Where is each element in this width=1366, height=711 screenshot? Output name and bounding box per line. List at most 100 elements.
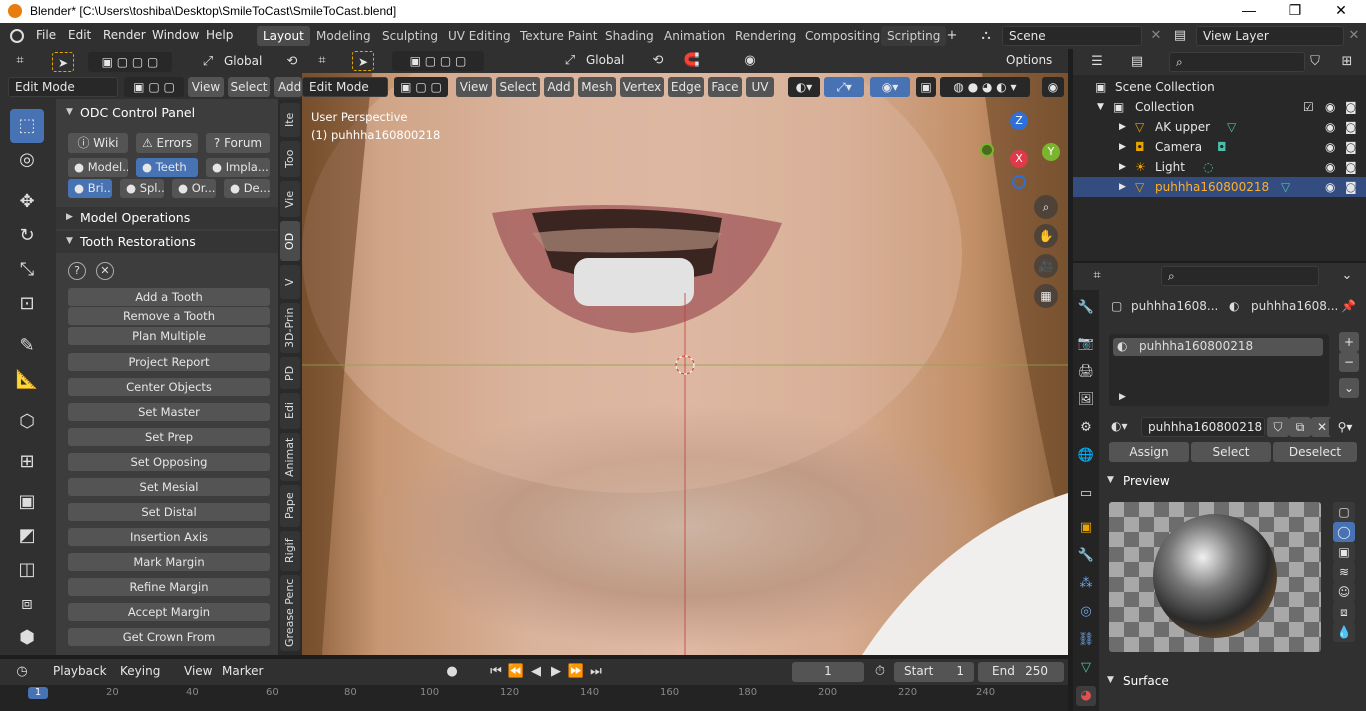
material-slot-list[interactable]: ◐ puhhha160800218 ▶	[1109, 334, 1329, 406]
proportional-edit-icon[interactable]: ◉	[740, 51, 760, 71]
center-objects-button[interactable]: Center Objects	[68, 378, 270, 396]
vp-menu-edge[interactable]: Edge	[668, 77, 704, 97]
poly-build-tool-icon[interactable]: ⬢	[10, 621, 44, 655]
orientation-dropdown[interactable]: Global	[580, 51, 640, 71]
scene-field[interactable]: Scene	[1002, 26, 1142, 46]
mark-margin-button[interactable]: Mark Margin	[68, 553, 270, 571]
jump-end-icon[interactable]: ⏭	[586, 662, 606, 682]
record-icon[interactable]: ●	[442, 662, 462, 682]
minimize-button[interactable]: —	[1226, 0, 1272, 23]
select-tool-icon[interactable]: ➤	[352, 51, 374, 71]
render-camera-icon[interactable]: ◙	[1345, 137, 1357, 157]
tab-implant[interactable]: ● Impla...	[206, 158, 270, 177]
pivot-point-icon[interactable]: ⟲	[648, 51, 668, 71]
bevel-tool-icon[interactable]: ◩	[10, 519, 44, 553]
blender-menu-icon[interactable]	[10, 29, 24, 43]
tab-rendering[interactable]: Rendering	[729, 26, 802, 46]
eye-icon[interactable]: ◉	[1042, 77, 1064, 97]
start-frame-field[interactable]: Start 1	[894, 662, 974, 682]
constraints-tab-icon[interactable]: ⛓	[1076, 630, 1096, 650]
menu-keying[interactable]: Keying	[120, 664, 160, 678]
expand-arrow-icon[interactable]: ▶	[1119, 157, 1126, 177]
set-opposing-button[interactable]: Set Opposing	[68, 453, 270, 471]
fake-user-icon[interactable]: ⛉	[1267, 417, 1289, 437]
tab-ortho[interactable]: ● Or...	[172, 179, 216, 198]
camera-view-icon[interactable]: 🎥	[1034, 254, 1058, 278]
gizmo-toggle-icon[interactable]: ⤢▾	[824, 77, 864, 97]
visibility-eye-icon[interactable]: ◉	[1325, 157, 1335, 177]
render-camera-icon[interactable]: ◙	[1345, 157, 1357, 177]
tool-tab-icon[interactable]: 🔧	[1076, 298, 1096, 318]
gizmo-y-axis[interactable]: Y	[1042, 143, 1060, 161]
tab-od[interactable]: OD	[280, 221, 300, 261]
view-layer-field[interactable]: View Layer	[1196, 26, 1344, 46]
material-tab-icon[interactable]: ◕	[1076, 686, 1096, 706]
select-mode-small[interactable]: ▣ ▢ ▢	[124, 77, 184, 97]
slot-specials-button[interactable]: ⌄	[1339, 378, 1359, 398]
wiki-button[interactable]: ⓘ Wiki	[68, 133, 128, 153]
expand-arrow-icon[interactable]: ▶	[1119, 392, 1126, 402]
tab-compositing[interactable]: Compositing	[799, 26, 886, 46]
tab-pd[interactable]: PD	[280, 357, 300, 389]
tab-sculpting[interactable]: Sculpting	[376, 26, 444, 46]
material-name-field[interactable]: puhhha160800218	[1141, 417, 1265, 437]
select-tool-icon[interactable]: ➤	[52, 52, 74, 72]
insertion-axis-button[interactable]: Insertion Axis	[68, 528, 270, 546]
menu-view-timeline[interactable]: View	[184, 664, 212, 678]
tab-view[interactable]: Vie	[280, 181, 300, 217]
editor-type-icon[interactable]: ☰	[1087, 52, 1107, 72]
move-tool-icon[interactable]: ✥	[10, 185, 44, 219]
view-layer-icon[interactable]: ▤	[1170, 26, 1190, 46]
vp-menu-vertex[interactable]: Vertex	[620, 77, 664, 97]
set-distal-button[interactable]: Set Distal	[68, 503, 270, 521]
playhead-frame[interactable]: 1	[28, 687, 48, 699]
annotate-tool-icon[interactable]: ✎	[10, 329, 44, 363]
set-master-button[interactable]: Set Master	[68, 403, 270, 421]
checkbox-icon[interactable]: ☑	[1303, 97, 1314, 117]
collapse-arrow-icon[interactable]: ▼	[66, 107, 73, 117]
outliner-collection[interactable]: ▼ ▣ Collection ☑ ◉ ◙	[1073, 97, 1366, 117]
outliner-search[interactable]: ⌕	[1169, 52, 1305, 72]
preview-flat-icon[interactable]: ▢	[1333, 502, 1355, 522]
forum-button[interactable]: ? Forum	[206, 133, 270, 153]
particles-tab-icon[interactable]: ⁂	[1076, 574, 1096, 594]
extrude-tool-icon[interactable]: ⊞	[10, 445, 44, 479]
tab-animation[interactable]: Animation	[658, 26, 731, 46]
zoom-icon[interactable]: ⌕	[1034, 195, 1058, 219]
snap-icon[interactable]: 🧲	[682, 51, 702, 71]
vp-menu-select[interactable]: Select	[496, 77, 540, 97]
tab-grease-pencil[interactable]: Grease Penc	[280, 575, 300, 651]
view-layer-tab-icon[interactable]: 🖼	[1076, 390, 1096, 410]
scene-close-icon[interactable]: ✕	[1146, 26, 1166, 46]
jump-start-icon[interactable]: ⏮	[486, 662, 506, 682]
xray-icon[interactable]: ▣	[916, 77, 936, 97]
view-layer-close-icon[interactable]: ✕	[1344, 26, 1364, 46]
tab-scripting[interactable]: Scripting	[881, 26, 947, 46]
vp-menu-add[interactable]: Add	[544, 77, 574, 97]
material-slot-row[interactable]: ◐ puhhha160800218	[1113, 338, 1323, 356]
add-workspace-icon[interactable]: +	[942, 26, 962, 46]
prev-keyframe-icon[interactable]: ⏪	[506, 662, 526, 682]
editor-type-icon[interactable]: ⌗	[1087, 266, 1107, 286]
inset-tool-icon[interactable]: ▣	[10, 485, 44, 519]
gizmo-neg-z[interactable]	[1012, 175, 1026, 189]
tab-teeth[interactable]: ● Teeth	[136, 158, 198, 177]
render-tab-icon[interactable]: 📷	[1076, 334, 1096, 354]
scene-tab-icon[interactable]: ⚙	[1076, 418, 1096, 438]
maximize-button[interactable]: ❐	[1272, 0, 1318, 23]
tab-splint[interactable]: ● Spl...	[120, 179, 164, 198]
menu-render[interactable]: Render	[103, 28, 146, 42]
tab-v[interactable]: V	[280, 265, 300, 299]
tab-rigify[interactable]: Rigif	[280, 531, 300, 571]
menu-window[interactable]: Window	[152, 28, 199, 42]
gizmo-z-axis[interactable]: Z	[1010, 112, 1028, 130]
expand-arrow-icon[interactable]: ▶	[1119, 117, 1126, 137]
render-camera-icon[interactable]: ◙	[1345, 177, 1357, 197]
render-camera-icon[interactable]: ◙	[1345, 117, 1357, 137]
tab-model[interactable]: ● Model...	[68, 158, 128, 177]
editor-type-icon[interactable]: ⌗	[312, 51, 332, 71]
properties-search[interactable]: ⌕	[1161, 266, 1319, 286]
tab-paper[interactable]: Pape	[280, 485, 300, 527]
tab-uv-editing[interactable]: UV Editing	[442, 26, 517, 46]
collection-tab-icon[interactable]: ▭	[1076, 484, 1096, 504]
